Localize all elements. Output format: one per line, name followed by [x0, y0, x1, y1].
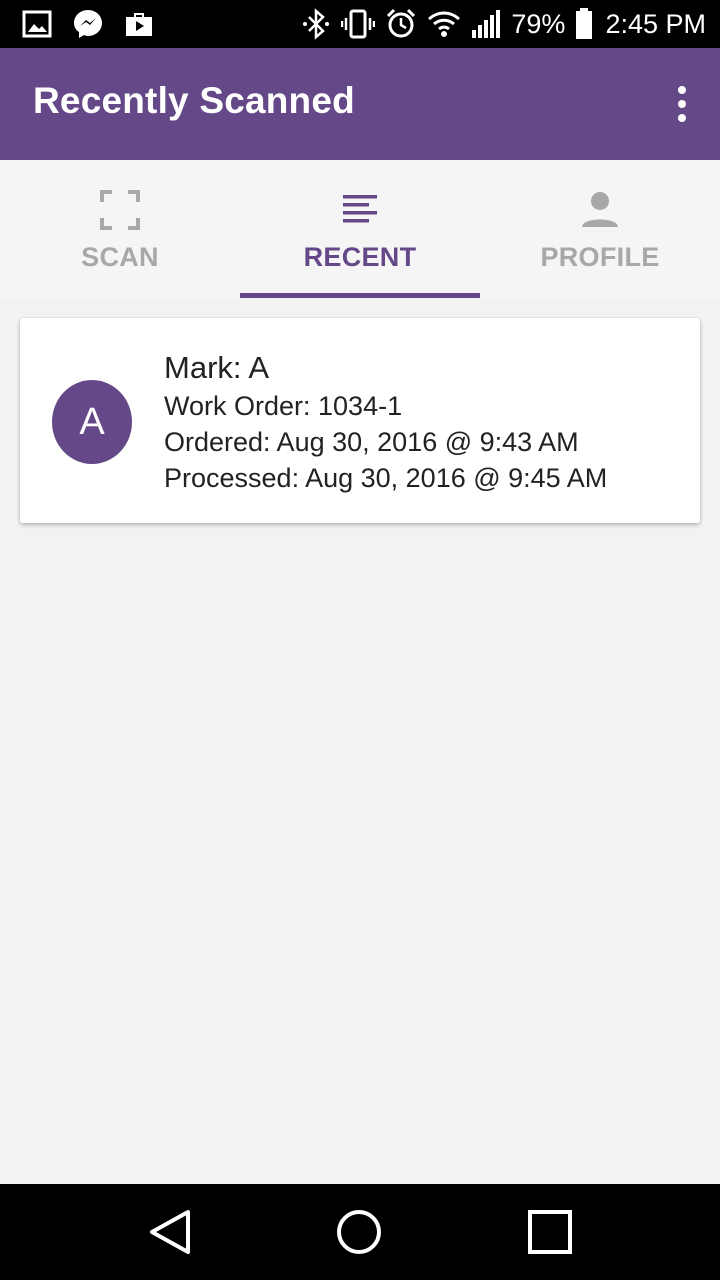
- tab-scan-label: SCAN: [81, 242, 159, 272]
- battery-icon: [575, 8, 593, 40]
- tab-profile[interactable]: PROFILE: [480, 160, 720, 298]
- more-options-button[interactable]: [666, 82, 698, 126]
- wifi-icon: [427, 9, 461, 39]
- status-bar: 79% 2:45 PM: [0, 0, 720, 48]
- system-status: 79% 2:45 PM: [301, 6, 706, 42]
- gallery-icon: [22, 9, 52, 39]
- home-icon: [337, 1210, 381, 1254]
- tab-profile-label: PROFILE: [540, 242, 660, 272]
- system-nav-bar: [0, 1184, 720, 1280]
- back-icon: [150, 1210, 190, 1254]
- clock: 2:45 PM: [605, 8, 706, 39]
- alarm-icon: [385, 8, 417, 40]
- mark-label: Mark: A: [164, 350, 270, 385]
- recents-button[interactable]: [526, 1208, 574, 1256]
- person-icon: [581, 188, 619, 232]
- home-button[interactable]: [335, 1208, 383, 1256]
- notification-icons: [22, 8, 154, 40]
- avatar: A: [52, 380, 132, 464]
- messenger-icon: [72, 8, 104, 40]
- active-tab-indicator: [240, 293, 480, 298]
- list-lines-icon: [343, 188, 377, 232]
- tab-recent[interactable]: RECENT: [240, 160, 480, 298]
- vibrate-icon: [341, 8, 376, 40]
- bluetooth-icon: [301, 8, 331, 40]
- scan-frame-icon: [100, 188, 140, 232]
- more-vert-icon-dot: [678, 114, 686, 122]
- tab-recent-label: RECENT: [303, 242, 417, 272]
- work-order-label: Work Order: 1034-1: [164, 391, 403, 421]
- processed-timestamp: Processed: Aug 30, 2016 @ 9:45 AM: [164, 463, 608, 493]
- play-store-icon: [124, 9, 154, 39]
- back-button[interactable]: [146, 1208, 194, 1256]
- battery-percent: 79%: [511, 8, 566, 39]
- ordered-timestamp: Ordered: Aug 30, 2016 @ 9:43 AM: [164, 427, 579, 457]
- page-title: Recently Scanned: [33, 80, 355, 121]
- app-bar: Recently Scanned: [0, 48, 720, 160]
- more-vert-icon-dot: [678, 100, 686, 108]
- tab-scan[interactable]: SCAN: [0, 160, 240, 298]
- recent-scan-card[interactable]: A Mark: A Work Order: 1034-1 Ordered: Au…: [20, 318, 700, 523]
- more-vert-icon: [678, 86, 686, 94]
- scan-details: Mark: A Work Order: 1034-1 Ordered: Aug …: [164, 348, 607, 496]
- recents-icon: [528, 1210, 572, 1254]
- tab-bar: SCAN RECENT PROFILE: [0, 160, 720, 298]
- signal-icon: [471, 9, 501, 39]
